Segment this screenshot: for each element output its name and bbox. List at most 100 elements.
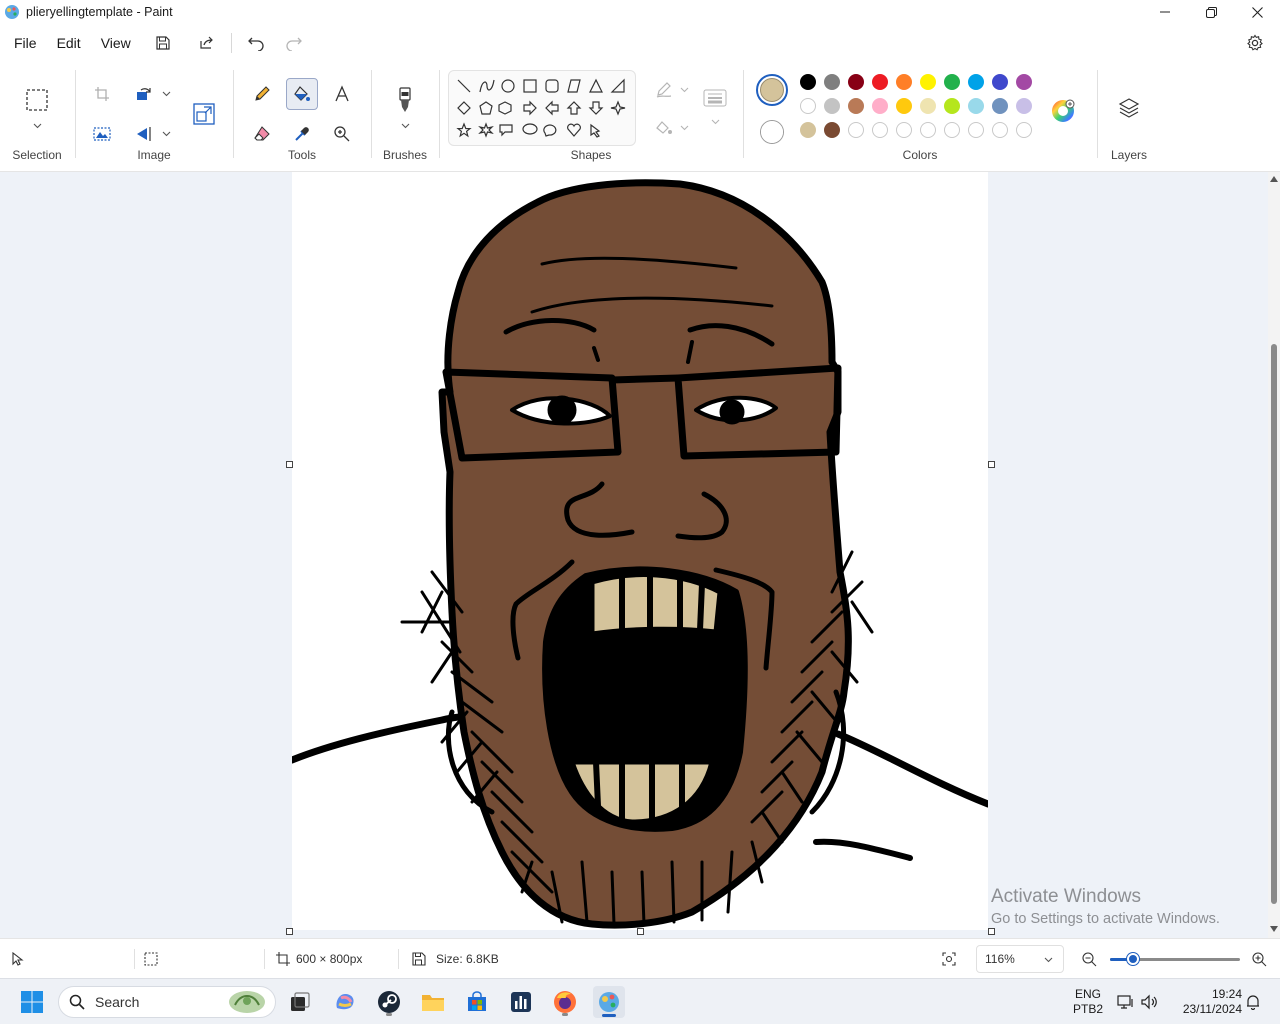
color-swatch[interactable] (992, 98, 1008, 114)
primary-color-swatch (760, 78, 784, 102)
resize-handle-bottom-left[interactable] (286, 928, 293, 935)
copilot-button[interactable] (329, 986, 361, 1018)
zoom-slider-handle[interactable] (1127, 953, 1139, 965)
resize-handle-bottom-right[interactable] (988, 928, 995, 935)
close-icon (1251, 6, 1263, 18)
drawing-canvas[interactable] (292, 172, 988, 930)
calculator-app-button[interactable] (505, 986, 537, 1018)
menu-edit[interactable]: Edit (47, 28, 91, 58)
custom-color-slot[interactable] (848, 122, 864, 138)
color-swatch[interactable] (1016, 98, 1032, 114)
zoom-out-button[interactable] (1082, 939, 1097, 979)
color-swatch[interactable] (872, 98, 888, 114)
eyedropper-icon (295, 127, 309, 141)
custom-color-slot[interactable] (896, 122, 912, 138)
brushes-dropdown[interactable] (399, 120, 411, 132)
select-all-button[interactable] (86, 118, 118, 150)
flip-button[interactable] (128, 118, 160, 150)
primary-color-button[interactable] (756, 74, 788, 106)
status-divider (134, 949, 135, 969)
microsoft-store-button[interactable] (461, 986, 493, 1018)
resize-handle-bottom[interactable] (637, 928, 644, 935)
clock[interactable]: 19:24 23/11/2024 (1168, 987, 1242, 1017)
color-swatch[interactable] (1016, 74, 1032, 90)
color-swatch[interactable] (944, 98, 960, 114)
paint-app-icon (5, 5, 19, 19)
color-swatch[interactable] (920, 74, 936, 90)
task-view-button[interactable] (284, 986, 316, 1018)
file-size-text: Size: 6.8KB (436, 952, 499, 966)
close-button[interactable] (1234, 0, 1280, 24)
eraser-button[interactable] (246, 118, 278, 150)
scroll-down-icon[interactable] (1270, 926, 1278, 932)
custom-color-slot[interactable] (992, 122, 1008, 138)
color-swatch[interactable] (824, 122, 840, 138)
pencil-button[interactable] (246, 78, 278, 110)
zoom-select[interactable]: 116% (976, 945, 1064, 973)
color-swatch[interactable] (896, 98, 912, 114)
resize-handle-right[interactable] (988, 461, 995, 468)
color-swatch[interactable] (968, 74, 984, 90)
firefox-button[interactable] (549, 986, 581, 1018)
minimize-button[interactable] (1142, 0, 1188, 24)
color-swatch[interactable] (824, 74, 840, 90)
layers-button[interactable] (1113, 92, 1145, 124)
volume-control[interactable] (1136, 986, 1162, 1018)
menu-file[interactable]: File (4, 28, 47, 58)
input-language[interactable]: ENG PTB2 (1068, 987, 1108, 1017)
language-text: ENG (1074, 987, 1101, 1001)
paint-taskbar-button[interactable] (593, 986, 625, 1018)
fill-button[interactable] (286, 78, 318, 110)
start-button[interactable] (16, 986, 48, 1018)
menu-view[interactable]: View (91, 28, 141, 58)
color-picker-button[interactable] (286, 118, 318, 150)
fit-to-window-button[interactable] (942, 939, 956, 979)
custom-color-slot[interactable] (1016, 122, 1032, 138)
color-swatch[interactable] (872, 74, 888, 90)
taskbar-search[interactable]: Search (58, 986, 276, 1018)
maximize-button[interactable] (1188, 0, 1234, 24)
brushes-button[interactable] (389, 84, 421, 116)
clock-date: 23/11/2024 (1182, 1002, 1242, 1016)
flip-dropdown[interactable] (160, 128, 172, 140)
vertical-scroll-thumb[interactable] (1271, 344, 1277, 904)
zoom-in-button[interactable] (1252, 939, 1267, 979)
notifications-button[interactable] (1240, 986, 1266, 1018)
secondary-color-button[interactable] (760, 120, 784, 144)
selection-button[interactable] (21, 84, 53, 116)
custom-color-slot[interactable] (968, 122, 984, 138)
text-button[interactable] (326, 78, 358, 110)
steam-button[interactable] (373, 986, 405, 1018)
resize-handle-top-left[interactable] (286, 461, 293, 468)
color-swatch[interactable] (848, 74, 864, 90)
file-explorer-button[interactable] (417, 986, 449, 1018)
undo-button[interactable] (240, 28, 272, 58)
magnifier-button[interactable] (326, 118, 358, 150)
color-swatch[interactable] (800, 98, 816, 114)
color-swatch[interactable] (944, 74, 960, 90)
save-button[interactable] (147, 28, 179, 58)
color-swatch[interactable] (800, 122, 816, 138)
custom-color-slot[interactable] (944, 122, 960, 138)
share-button[interactable] (191, 28, 223, 58)
color-swatch[interactable] (968, 98, 984, 114)
settings-button[interactable] (1240, 28, 1270, 58)
redo-button[interactable] (278, 28, 310, 58)
edit-colors-button[interactable] (1050, 98, 1076, 124)
color-swatch[interactable] (992, 74, 1008, 90)
selection-dropdown[interactable] (31, 120, 43, 132)
custom-color-slot[interactable] (920, 122, 936, 138)
rotate-dropdown[interactable] (160, 88, 172, 100)
color-swatch[interactable] (920, 98, 936, 114)
color-swatch[interactable] (896, 74, 912, 90)
color-swatch[interactable] (824, 98, 840, 114)
rotate-icon (137, 88, 151, 100)
search-icon (69, 994, 85, 1010)
custom-color-slot[interactable] (872, 122, 888, 138)
color-swatch[interactable] (848, 98, 864, 114)
color-swatch[interactable] (800, 74, 816, 90)
rotate-button[interactable] (128, 78, 160, 110)
crop-button[interactable] (86, 78, 118, 110)
resize-button[interactable] (188, 98, 220, 130)
scroll-up-icon[interactable] (1270, 176, 1278, 182)
